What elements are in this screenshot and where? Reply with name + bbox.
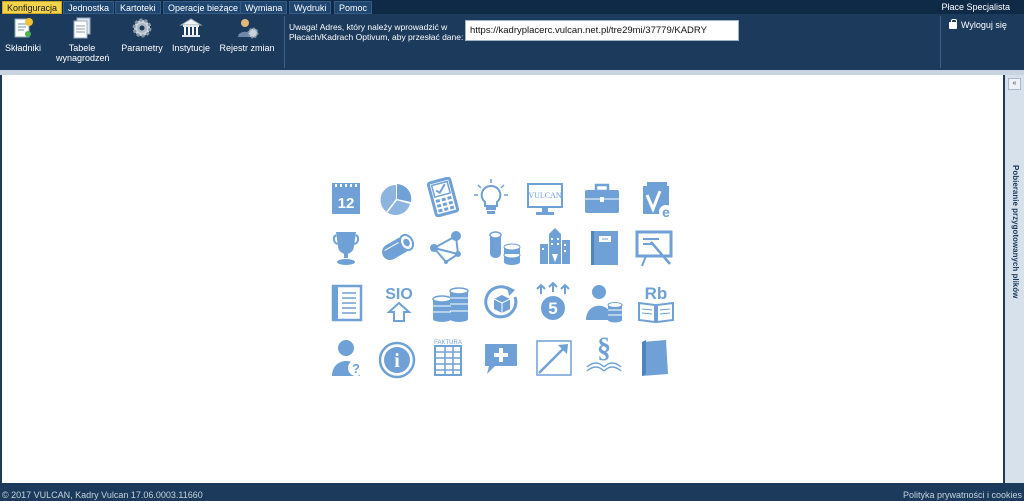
help-text: ? [352, 361, 360, 376]
growth-chart-icon[interactable] [534, 338, 574, 378]
sio-upload-icon[interactable]: SIO [379, 282, 419, 322]
change-log-button[interactable]: Rejestr zmian [219, 16, 275, 53]
refresh-box-icon[interactable] [482, 283, 522, 323]
coins-roll-icon[interactable] [485, 228, 525, 268]
chat-plus-icon[interactable] [481, 338, 521, 378]
change-log-icon [238, 19, 259, 39]
person-coins-icon[interactable] [584, 283, 624, 323]
url-field[interactable] [465, 20, 739, 41]
pie-chart-icon[interactable] [377, 179, 417, 219]
money-roll-icon[interactable] [377, 228, 417, 268]
register-icon[interactable] [328, 283, 368, 323]
menu-operacje-biezace[interactable]: Operacje bieżące [163, 1, 244, 14]
invoice-icon[interactable]: FAKTURA [428, 336, 468, 376]
downloads-side-panel[interactable]: « Pobieranie przygotowanych plików [1005, 75, 1024, 483]
side-panel-label: Pobieranie przygotowanych plików [1011, 165, 1020, 299]
five-text: 5 [548, 299, 557, 318]
calculator-check-icon[interactable] [423, 177, 463, 217]
components-button[interactable]: Składniki [4, 16, 42, 53]
ribbon-separator-right [940, 16, 941, 68]
paragraph-text: § [597, 333, 611, 364]
parameters-button[interactable]: Parametry [120, 16, 164, 53]
main-menu: Konfiguracja Jednostka Kartoteki Operacj… [0, 0, 1024, 14]
salary-tables-label: Tabele wynagrodzeń [56, 43, 110, 63]
parameters-label: Parametry [121, 43, 163, 53]
ribbon-separator [284, 16, 285, 68]
e-text: e [662, 204, 670, 219]
folder-icon[interactable] [636, 338, 676, 378]
info-text: i [394, 350, 400, 372]
vulcan-text: VULCAN [528, 191, 562, 200]
e-journal-icon[interactable]: e [636, 179, 676, 219]
coin-stack-icon[interactable] [430, 283, 470, 323]
footer: © 2017 VULCAN, Kadry Vulcan 17.06.0003.1… [0, 483, 1024, 501]
components-icon [14, 18, 33, 38]
rb-book-icon[interactable]: Rb [636, 283, 676, 323]
menu-wymiana[interactable]: Wymiana [240, 1, 288, 14]
book-icon[interactable] [585, 228, 625, 268]
copyright-text: © 2017 VULCAN, Kadry Vulcan 17.06.0003.1… [2, 490, 203, 500]
lightbulb-icon[interactable] [471, 177, 511, 217]
institutions-label: Instytucje [171, 43, 211, 53]
change-log-label: Rejestr zmian [219, 43, 275, 53]
components-label: Składniki [4, 43, 42, 53]
vulcan-monitor-icon[interactable]: VULCAN [525, 179, 565, 219]
menu-wydruki[interactable]: Wydruki [289, 1, 332, 14]
menu-pomoc[interactable]: Pomoc [334, 1, 373, 14]
salary-tables-icon [73, 17, 91, 39]
menu-jednostka[interactable]: Jednostka [63, 1, 115, 14]
help-person-icon[interactable]: ? [328, 338, 368, 378]
calendar-12-icon[interactable]: 12 [326, 179, 366, 219]
main-content: 12 VULCAN e SIO 5 Rb ? i FAKTURA § [2, 75, 1003, 483]
institutions-button[interactable]: Instytucje [170, 16, 212, 53]
privacy-link[interactable]: Polityka prywatności i cookies [903, 486, 1022, 501]
paragraph-icon[interactable]: § [584, 333, 624, 373]
ribbon-toolbar: Składniki Tabele wynagrodzeń Parametry I… [0, 14, 1024, 70]
five-arrows-icon[interactable]: 5 [533, 281, 573, 321]
calendar-text: 12 [338, 195, 355, 212]
app-name: Płace Specjalista [941, 2, 1010, 12]
logout-label: Wyloguj się [961, 20, 1007, 30]
menu-kartoteki[interactable]: Kartoteki [115, 1, 161, 14]
menu-konfiguracja[interactable]: Konfiguracja [2, 1, 63, 14]
rb-text: Rb [645, 284, 668, 303]
salary-tables-button[interactable]: Tabele wynagrodzeń [56, 16, 110, 63]
network-icon[interactable] [426, 228, 466, 268]
info-icon[interactable]: i [377, 340, 417, 380]
url-warning-text: Uwaga! Adres, który należy wprowadzić w … [289, 22, 464, 42]
lock-icon [949, 19, 957, 30]
briefcase-icon[interactable] [582, 179, 622, 219]
presentation-icon[interactable] [634, 228, 674, 268]
sio-text: SIO [385, 286, 413, 303]
logout-button[interactable]: Wyloguj się [949, 19, 1007, 30]
buildings-icon[interactable] [535, 226, 575, 266]
gear-icon [132, 18, 152, 38]
panel-collapse-button[interactable]: « [1008, 78, 1021, 90]
institution-icon [179, 18, 203, 37]
trophy-icon[interactable] [326, 228, 366, 268]
